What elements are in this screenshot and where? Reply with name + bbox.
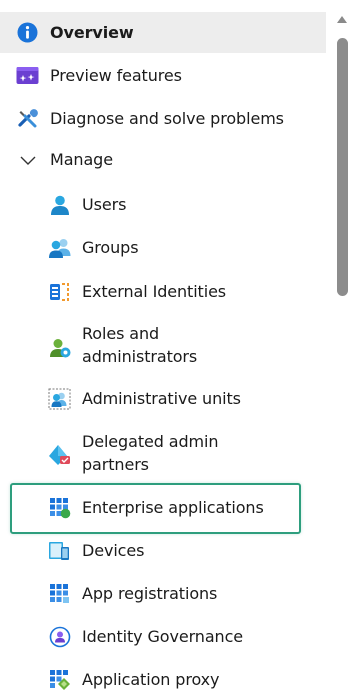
nav-label-delegated-admin-partners: Delegated admin partners	[82, 432, 219, 474]
nav-label-application-proxy: Application proxy	[82, 670, 220, 689]
external-identities-icon	[50, 283, 69, 301]
nav-label-administrative-units: Administrative units	[82, 389, 241, 408]
nav-label-devices: Devices	[82, 541, 145, 560]
nav-item-diagnose[interactable]: Diagnose and solve problems	[0, 98, 326, 139]
roles-icon	[50, 339, 71, 358]
nav-label-app-registrations: App registrations	[82, 584, 218, 603]
nav-item-external-identities[interactable]: External Identities	[0, 271, 326, 312]
nav-label-diagnose: Diagnose and solve problems	[50, 109, 284, 128]
chevron-down-icon	[20, 156, 36, 165]
tools-icon	[18, 109, 38, 128]
nav-item-roles-administrators[interactable]: Roles and administrators	[0, 320, 230, 370]
info-icon	[17, 22, 38, 43]
nav-label-roles-administrators: Roles and administrators	[82, 324, 198, 366]
nav-item-app-registrations[interactable]: App registrations	[0, 573, 326, 614]
scrollbar[interactable]	[331, 0, 355, 698]
nav-item-delegated-admin-partners[interactable]: Delegated admin partners	[0, 428, 230, 478]
preview-features-icon	[16, 67, 39, 84]
nav-group-manage[interactable]: Manage	[0, 139, 326, 180]
nav-item-groups[interactable]: Groups	[0, 227, 326, 268]
nav-item-overview[interactable]: Overview	[0, 12, 326, 53]
nav-label-overview: Overview	[50, 23, 134, 42]
administrative-units-icon	[48, 388, 71, 410]
nav-item-preview-features[interactable]: Preview features	[0, 55, 326, 96]
nav-item-identity-governance[interactable]: Identity Governance	[0, 616, 326, 657]
nav-item-application-proxy[interactable]: Application proxy	[0, 659, 326, 698]
user-icon	[51, 195, 69, 215]
app-registrations-icon	[50, 584, 69, 603]
highlight-box	[10, 483, 301, 534]
nav-label-users: Users	[82, 195, 127, 214]
scrollbar-thumb[interactable]	[337, 38, 348, 296]
delegated-admin-icon	[49, 445, 70, 465]
scroll-up-arrow-icon[interactable]	[337, 16, 347, 23]
application-proxy-icon	[50, 670, 70, 690]
devices-icon	[49, 542, 69, 560]
nav-item-users[interactable]: Users	[0, 184, 326, 225]
navigation-menu: Overview Preview features Diagnose and s…	[0, 0, 326, 698]
nav-label-identity-governance: Identity Governance	[82, 627, 244, 646]
nav-label-manage: Manage	[50, 150, 113, 169]
nav-item-administrative-units[interactable]: Administrative units	[0, 378, 326, 419]
nav-label-groups: Groups	[82, 238, 139, 257]
identity-governance-icon	[49, 626, 71, 648]
nav-label-external-identities: External Identities	[82, 282, 227, 301]
groups-icon	[49, 239, 71, 258]
nav-label-preview-features: Preview features	[50, 66, 182, 85]
nav-item-devices[interactable]: Devices	[0, 530, 326, 571]
